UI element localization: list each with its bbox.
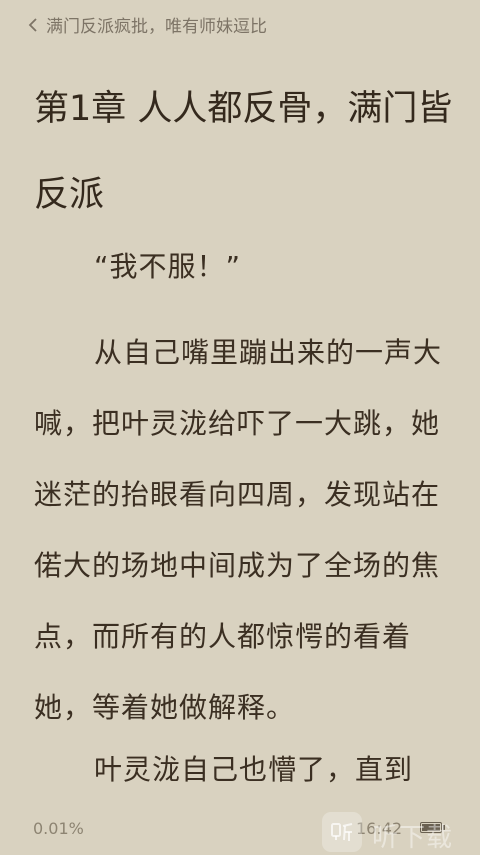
reading-progress: 0.01% <box>33 819 84 838</box>
paragraph: 叶灵泷自己也懵了，直到 <box>94 753 414 786</box>
reader-header: 满门反派疯批，唯有师妹逗比 <box>0 0 480 44</box>
book-title: 满门反派疯批，唯有师妹逗比 <box>46 17 267 37</box>
paragraph: 从自己嘴里蹦出来的一声大喊，把叶灵泷给吓了一大跳，她迷茫的抬眼看向四周，发现站在… <box>34 336 443 724</box>
watermark-text: 听下载 <box>372 823 454 853</box>
paragraph: “我不服！” <box>94 250 242 283</box>
back-button[interactable]: 满门反派疯批，唯有师妹逗比 <box>26 12 267 37</box>
chapter-title: 第1章 人人都反骨，满门皆反派 <box>34 89 453 215</box>
ting-logo-icon <box>322 812 362 852</box>
ting-glyph-icon <box>331 823 353 841</box>
chevron-left-icon <box>28 17 37 32</box>
